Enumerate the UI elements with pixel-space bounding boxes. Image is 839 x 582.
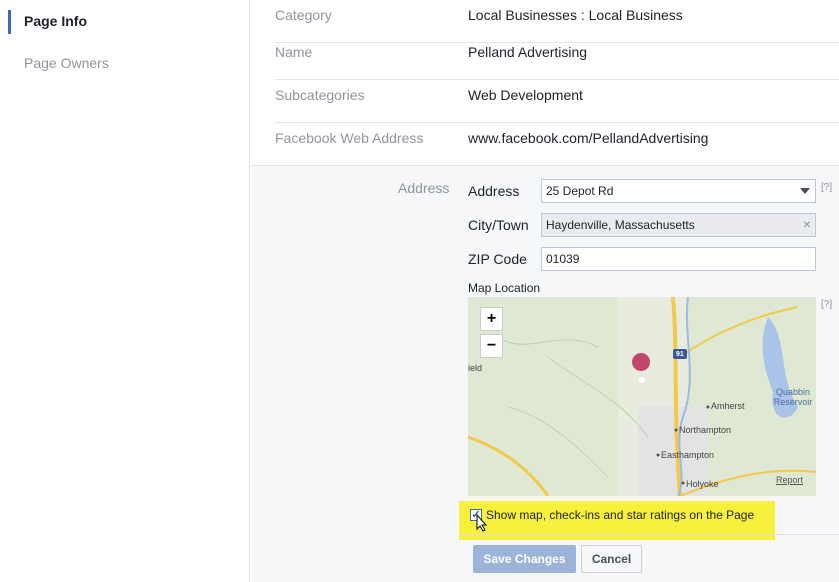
address-section-label: Address — [398, 180, 450, 196]
name-value: Pelland Advertising — [468, 44, 588, 60]
subcategories-row[interactable]: Subcategories Web Development — [275, 80, 839, 123]
show-map-checkbox-label[interactable]: Show map, check-ins and star ratings on … — [486, 508, 754, 522]
main-panel: Category Local Businesses : Local Busine… — [251, 0, 839, 582]
web-address-value: www.facebook.com/PellandAdvertising — [468, 130, 709, 146]
zip-field[interactable]: 01039 — [541, 247, 816, 271]
map-report-link[interactable]: Report — [776, 475, 803, 485]
map-location-label: Map Location — [468, 281, 541, 295]
cancel-button[interactable]: Cancel — [581, 545, 642, 573]
sidebar-item-page-info[interactable]: Page Info — [24, 13, 87, 29]
name-row[interactable]: Name Pelland Advertising — [275, 37, 839, 80]
name-label: Name — [275, 44, 313, 60]
web-address-label: Facebook Web Address — [275, 130, 424, 146]
web-address-row[interactable]: Facebook Web Address www.facebook.com/Pe… — [275, 123, 839, 166]
active-indicator — [8, 10, 11, 34]
subcategories-value: Web Development — [468, 87, 583, 103]
zoom-out-button[interactable]: − — [480, 334, 503, 358]
close-icon[interactable]: × — [803, 216, 811, 232]
map-place-fragment: ield — [468, 363, 483, 373]
subcategories-label: Subcategories — [275, 87, 365, 103]
map-location[interactable]: + − 91 ield Quabbin Reservoir Amherst No… — [468, 297, 816, 496]
save-changes-button[interactable]: Save Changes — [473, 545, 576, 573]
sidebar: Page Info Page Owners — [0, 0, 250, 582]
address-field[interactable]: 25 Depot Rd — [541, 179, 816, 203]
map-place-easthampton: Easthampton — [661, 450, 715, 460]
city-label: City/Town — [468, 217, 529, 233]
divider — [459, 534, 839, 535]
map-place-holyoke: Holyoke — [686, 479, 719, 489]
sidebar-item-page-owners[interactable]: Page Owners — [24, 55, 109, 71]
map-water-label: Quabbin Reservoir — [773, 387, 813, 407]
address-label: Address — [468, 183, 520, 199]
route-label: 91 — [676, 351, 684, 358]
map-place-northampton: Northampton — [679, 425, 732, 435]
chevron-down-icon[interactable] — [800, 188, 810, 194]
map-place-amherst: Amherst — [711, 401, 745, 411]
cursor-icon — [476, 514, 488, 532]
map-terrain — [468, 297, 816, 496]
zip-label: ZIP Code — [468, 251, 527, 267]
map-help-link[interactable]: [?] — [821, 299, 832, 310]
category-value: Local Businesses : Local Business — [468, 7, 683, 23]
zoom-in-button[interactable]: + — [480, 307, 503, 331]
address-help-link[interactable]: [?] — [821, 182, 832, 193]
city-field[interactable]: Haydenville, Massachusetts × — [541, 213, 816, 237]
category-label: Category — [275, 7, 332, 23]
zip-value: 01039 — [546, 252, 580, 266]
address-section: Address Address 25 Depot Rd [?] City/Tow… — [251, 165, 839, 582]
city-value: Haydenville, Massachusetts — [546, 218, 695, 232]
address-value: 25 Depot Rd — [546, 184, 614, 198]
